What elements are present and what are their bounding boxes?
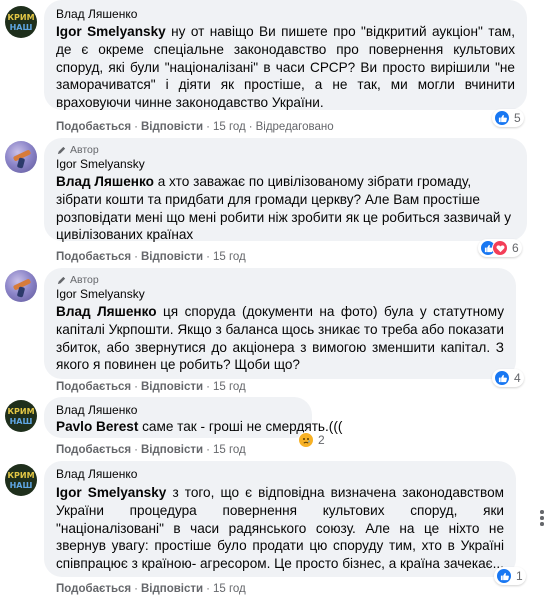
comment-bubble: Влад Ляшенко Pavlo Berest саме так - гро… — [44, 397, 342, 438]
pen-icon — [57, 276, 66, 284]
mention-link[interactable]: Влад Ляшенко — [56, 174, 154, 189]
comment-actions: Подобається · Відповісти · 15 год · Відреда… — [56, 121, 334, 133]
author-badge: Автор — [56, 144, 515, 156]
reaction-count: 4 — [514, 371, 521, 385]
mention-link[interactable]: Влад Ляшенко — [56, 304, 157, 319]
like-button[interactable]: Подобається — [56, 444, 131, 456]
like-reaction-icon — [494, 110, 510, 126]
like-reaction-icon — [494, 370, 510, 386]
like-reaction-icon — [496, 568, 512, 584]
timestamp[interactable]: 15 год — [213, 583, 246, 595]
author-badge: Автор — [56, 274, 504, 286]
comment-bubble: Влад Ляшенко Igor Smelyansky з того, що … — [44, 461, 516, 577]
timestamp[interactable]: 15 год — [213, 121, 246, 133]
reaction-summary[interactable]: 5 — [492, 109, 524, 127]
comment-text: Влад Ляшенко а хто заважає по цивілізова… — [56, 173, 515, 244]
reply-button[interactable]: Відповісти — [141, 121, 203, 133]
avatar[interactable]: КРИМ НАШ — [5, 464, 37, 496]
edited-label: Відредаговано — [255, 121, 334, 133]
comment-author[interactable]: Влад Ляшенко — [56, 466, 504, 482]
comment-bubble: Влад Ляшенко Igor Smelyansky ну от навіщ… — [44, 0, 527, 110]
pen-icon — [57, 146, 66, 154]
comment-text: Pavlo Berest саме так - гроші не смердят… — [56, 418, 342, 436]
like-button[interactable]: Подобається — [56, 381, 131, 393]
avatar[interactable]: КРИМ НАШ — [5, 6, 37, 38]
comment-author[interactable]: Igor Smelyansky — [56, 156, 515, 172]
like-button[interactable]: Подобається — [56, 121, 131, 133]
reply-button[interactable]: Відповісти — [141, 444, 203, 456]
reaction-summary[interactable]: 6 — [478, 239, 522, 257]
comment-text: Igor Smelyansky ну от навіщо Ви пишете п… — [56, 23, 515, 112]
comment-author[interactable]: Igor Smelyansky — [56, 286, 504, 302]
avatar-text-line2: НАШ — [9, 417, 33, 426]
comment-author[interactable]: Влад Ляшенко — [56, 6, 137, 22]
reaction-summary[interactable]: 4 — [492, 369, 524, 387]
avatar[interactable] — [5, 270, 37, 302]
comment-text: Влад Ляшенко ця споруда (документи на фо… — [56, 303, 504, 374]
reaction-count: 1 — [516, 569, 523, 583]
reaction-summary[interactable]: 2 — [296, 431, 328, 449]
timestamp[interactable]: 15 год — [213, 251, 246, 263]
comment-actions: Подобається · Відповісти · 15 год — [56, 381, 246, 393]
avatar-text-line1: КРИМ — [7, 471, 35, 480]
avatar[interactable] — [5, 141, 37, 173]
avatar-text-line2: НАШ — [9, 481, 33, 490]
reaction-count: 6 — [512, 241, 519, 255]
comment-bubble: Автор Igor Smelyansky Влад Ляшенко а хто… — [44, 138, 527, 244]
mention-link[interactable]: Pavlo Berest — [56, 419, 138, 434]
timestamp[interactable]: 15 год — [213, 444, 246, 456]
reply-button[interactable]: Відповісти — [141, 381, 203, 393]
love-reaction-icon — [492, 240, 508, 256]
comment-actions: Подобається · Відповісти · 15 год — [56, 583, 246, 595]
avatar-text-line2: НАШ — [9, 23, 33, 32]
comment-actions: Подобається · Відповісти · 15 год — [56, 251, 246, 263]
comment-actions: Подобається · Відповісти · 15 год — [56, 444, 246, 456]
reply-button[interactable]: Відповісти — [141, 583, 203, 595]
comment-text: Igor Smelyansky з того, що є відповідна … — [56, 484, 504, 573]
like-button[interactable]: Подобається — [56, 583, 131, 595]
like-button[interactable]: Подобається — [56, 251, 131, 263]
timestamp[interactable]: 15 год — [213, 381, 246, 393]
reaction-count: 2 — [318, 433, 325, 447]
avatar[interactable]: КРИМ НАШ — [5, 400, 37, 432]
sad-reaction-icon — [298, 432, 314, 448]
reaction-summary[interactable]: 1 — [494, 567, 526, 585]
comment-bubble: Автор Igor Smelyansky Влад Ляшенко ця сп… — [44, 268, 516, 379]
avatar-text-line1: КРИМ — [7, 407, 35, 416]
avatar-text-line1: КРИМ — [7, 13, 35, 22]
mention-link[interactable]: Igor Smelyansky — [56, 24, 166, 39]
reply-button[interactable]: Відповісти — [141, 251, 203, 263]
mention-link[interactable]: Igor Smelyansky — [56, 485, 166, 500]
comment-author[interactable]: Влад Ляшенко — [56, 402, 300, 418]
reaction-count: 5 — [514, 111, 521, 125]
more-options-icon[interactable] — [534, 508, 550, 528]
